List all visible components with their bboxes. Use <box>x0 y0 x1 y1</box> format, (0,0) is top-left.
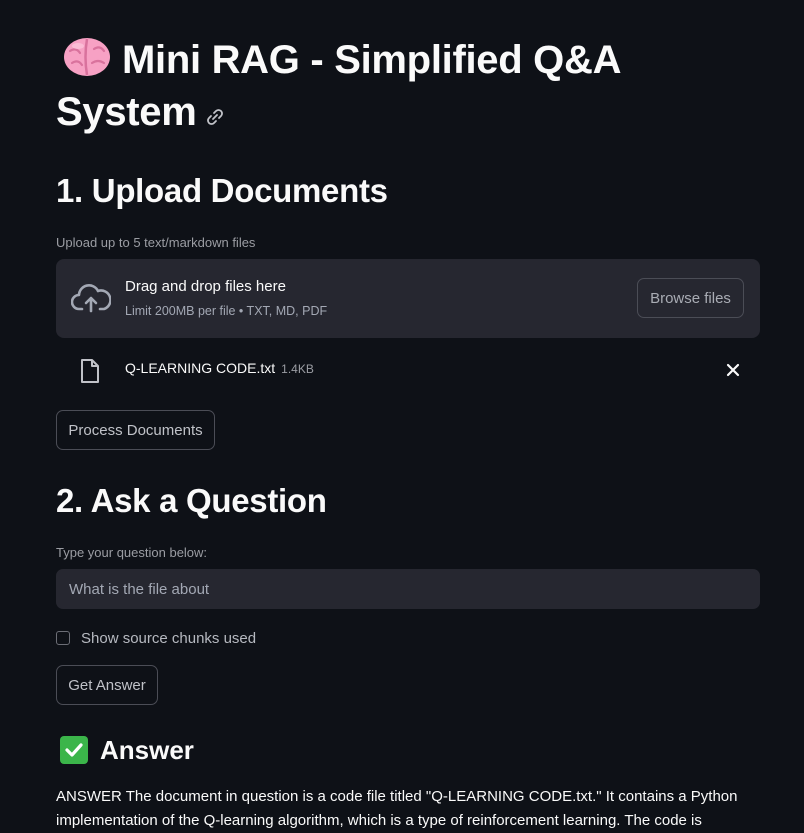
page-title-block: Mini RAG - Simplified Q&A System <box>56 34 696 138</box>
page-title: Mini RAG - Simplified Q&A System <box>56 38 620 134</box>
uploaded-file-name: Q-LEARNING CODE.txt 1.4KB <box>125 360 314 376</box>
link-icon[interactable] <box>205 107 225 127</box>
upload-heading: 1. Upload Documents <box>56 172 388 209</box>
answer-heading-block: Answer <box>56 733 194 767</box>
uploaded-file-row: Q-LEARNING CODE.txt 1.4KB <box>56 350 760 390</box>
file-icon <box>81 359 99 383</box>
file-dropzone[interactable]: Drag and drop files here Limit 200MB per… <box>56 259 760 338</box>
brain-icon <box>64 38 110 76</box>
cloud-upload-icon <box>71 284 111 313</box>
dropzone-limit: Limit 200MB per file • TXT, MD, PDF <box>125 304 328 318</box>
question-label: Type your question below: <box>56 545 208 560</box>
close-icon[interactable] <box>724 361 742 379</box>
file-name-text: Q-LEARNING CODE.txt <box>125 360 276 376</box>
check-icon <box>60 736 88 764</box>
show-chunks-label: Show source chunks used <box>81 629 257 647</box>
question-input[interactable] <box>56 569 760 609</box>
show-chunks-option[interactable]: Show source chunks used <box>56 627 256 649</box>
show-chunks-checkbox[interactable] <box>56 631 70 645</box>
dropzone-title: Drag and drop files here <box>125 278 286 295</box>
answer-text: ANSWER The document in question is a cod… <box>56 788 738 829</box>
answer-heading: Answer <box>100 734 194 765</box>
file-size: 1.4KB <box>281 362 314 376</box>
question-heading: 2. Ask a Question <box>56 482 327 519</box>
process-documents-button[interactable]: Process Documents <box>56 410 215 450</box>
browse-files-button[interactable]: Browse files <box>637 278 744 318</box>
get-answer-button[interactable]: Get Answer <box>56 665 158 705</box>
upload-label: Upload up to 5 text/markdown files <box>56 235 256 250</box>
